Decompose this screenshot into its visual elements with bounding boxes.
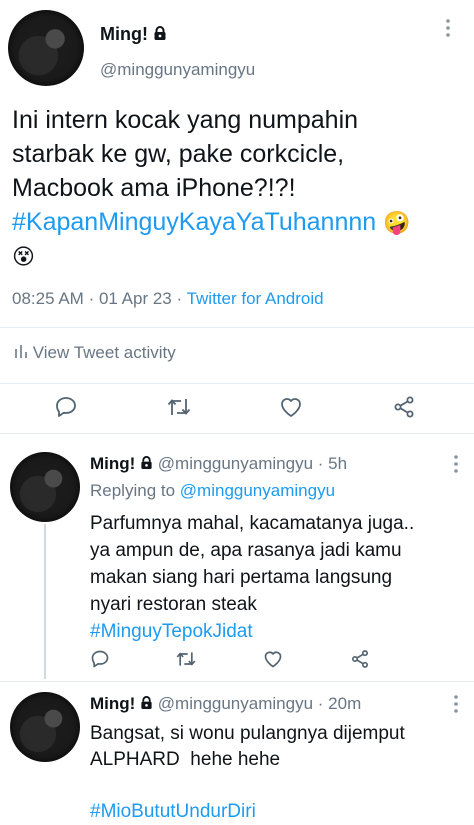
emoji-zany: 🤪 xyxy=(383,210,411,235)
tweet-text-line: starbak ke gw, pake corkcicle, xyxy=(12,140,345,168)
thread-line xyxy=(44,524,46,679)
author-handle[interactable]: @minggunyamingyu xyxy=(100,60,255,80)
replying-to-label: Replying to xyxy=(90,481,176,500)
avatar[interactable] xyxy=(10,692,80,762)
tweet-text-line: Macbook ama iPhone?!?! xyxy=(12,174,296,202)
tweet-text-line: Ini intern kocak yang numpahin xyxy=(12,106,359,134)
tweet-text-line: Parfumnya mahal, kacamatanya juga.. xyxy=(90,513,415,534)
divider xyxy=(0,327,474,328)
tweet-text-line: ya ampun de, apa rasanya jadi kamu xyxy=(90,540,402,561)
display-name[interactable]: Ming! xyxy=(100,24,148,44)
author-handle[interactable]: @minggunyamingyu xyxy=(158,694,313,713)
divider xyxy=(0,433,474,434)
reply-icon[interactable] xyxy=(54,395,78,419)
display-name[interactable]: Ming! xyxy=(90,694,135,713)
tweet-age: 5h xyxy=(328,454,348,473)
emoji-dizzy: 😵 xyxy=(12,244,35,269)
tweet-text: Bangsat, si wonu pulangnya dijemput ALPH… xyxy=(90,721,472,825)
avatar[interactable] xyxy=(10,452,80,522)
reply-header: Ming! @minggunyamingyu · 20m xyxy=(90,694,361,715)
more-icon[interactable] xyxy=(448,454,464,479)
like-icon[interactable] xyxy=(278,395,304,419)
tweet-text-line: Bangsat, si wonu pulangnya dijemput xyxy=(90,723,405,744)
tweet-age: 20m xyxy=(328,694,362,713)
divider xyxy=(0,681,474,682)
tweet-text: Parfumnya mahal, kacamatanya juga.. ya a… xyxy=(90,510,472,645)
meta-separator: · xyxy=(317,694,324,713)
divider xyxy=(0,383,474,384)
tweet-date[interactable]: 01 Apr 23 xyxy=(99,289,172,308)
tweet-text: Ini intern kocak yang numpahin starbak k… xyxy=(12,103,472,274)
tweet-time[interactable]: 08:25 AM xyxy=(12,289,84,308)
reply-header: Ming! @minggunyamingyu · 5h xyxy=(90,454,347,475)
lock-icon xyxy=(140,455,153,475)
retweet-icon[interactable] xyxy=(166,395,192,419)
meta-separator: · xyxy=(176,289,183,308)
tweet-source-link[interactable]: Twitter for Android xyxy=(187,289,324,308)
view-activity-label: View Tweet activity xyxy=(32,343,176,362)
activity-icon xyxy=(14,343,28,364)
tweet-text-line: nyari restoran steak xyxy=(90,594,257,615)
lock-icon xyxy=(153,25,167,46)
hashtag-link[interactable]: #MioBututUndurDiri xyxy=(90,799,472,825)
author-name-row: Ming! xyxy=(100,24,167,46)
tweet-text-line: ALPHARD hehe hehe xyxy=(90,749,281,770)
reply-icon[interactable] xyxy=(90,649,110,669)
share-icon[interactable] xyxy=(350,649,370,669)
view-activity-button[interactable]: View Tweet activity xyxy=(14,343,176,364)
tweet-meta: 08:25 AM · 01 Apr 23 · Twitter for Andro… xyxy=(12,289,324,309)
more-icon[interactable] xyxy=(440,18,456,38)
author-handle[interactable]: @minggunyamingyu xyxy=(158,454,313,473)
hashtag-link[interactable]: #KapanMinguyKayaYaTuhannnn xyxy=(12,208,376,236)
meta-separator: · xyxy=(317,454,324,473)
lock-icon xyxy=(140,695,153,715)
like-icon[interactable] xyxy=(262,649,284,669)
avatar[interactable] xyxy=(8,10,84,86)
share-icon[interactable] xyxy=(392,395,416,419)
more-icon[interactable] xyxy=(448,694,464,719)
hashtag-link[interactable]: #MinguyTepokJidat xyxy=(90,618,472,645)
tweet-text-line: makan siang hari pertama langsung xyxy=(90,567,393,588)
meta-separator: · xyxy=(88,289,95,308)
replying-to: Replying to @minggunyamingyu xyxy=(90,481,335,501)
replying-to-handle[interactable]: @minggunyamingyu xyxy=(180,481,335,500)
retweet-icon[interactable] xyxy=(175,649,197,669)
display-name[interactable]: Ming! xyxy=(90,454,135,473)
